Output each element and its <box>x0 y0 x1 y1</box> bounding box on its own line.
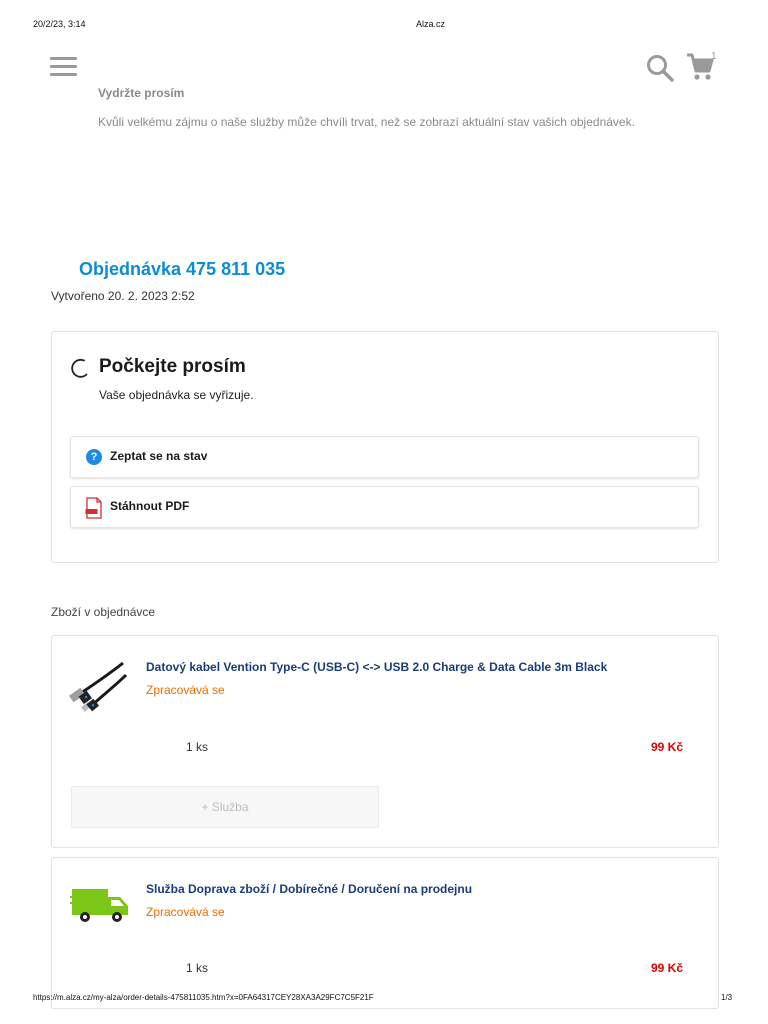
cart-count-badge: 1 <box>711 51 717 62</box>
order-created-date: Vytvořeno 20. 2. 2023 2:52 <box>51 289 195 303</box>
cart-button[interactable]: 1 <box>686 51 720 83</box>
notice-title: Vydržte prosím <box>98 88 185 100</box>
item-price: 99 Kč <box>651 740 684 754</box>
print-page-title: Alza.cz <box>416 19 446 29</box>
help-question-icon: ? <box>86 449 102 465</box>
search-icon[interactable] <box>645 53 675 83</box>
order-title: Objednávka 475 811 035 <box>79 259 286 279</box>
item-quantity: 1 ks <box>186 740 209 754</box>
pdf-file-icon <box>85 497 102 519</box>
delivery-truck-icon <box>70 889 128 922</box>
add-service-button[interactable]: + Služba <box>71 786 379 828</box>
item-price: 99 Kč <box>651 961 684 975</box>
loading-spinner-icon <box>71 358 88 378</box>
status-subtitle: Vaše objednávka se vyřizuje. <box>99 388 254 402</box>
order-item-card <box>51 857 719 1009</box>
hamburger-menu-icon[interactable] <box>50 57 77 77</box>
usb-cable-icon <box>68 661 128 712</box>
items-section-label: Zboží v objednávce <box>51 605 156 619</box>
item-name-link[interactable]: Služba Doprava zboží / Dobírečné / Doruč… <box>146 882 472 896</box>
shopping-cart-icon <box>687 53 714 80</box>
item-quantity: 1 ks <box>186 961 209 975</box>
print-page-number: 1/3 <box>721 993 733 1002</box>
item-name-link[interactable]: Datový kabel Vention Type-C (USB-C) <-> … <box>146 660 607 674</box>
download-pdf-label: Stáhnout PDF <box>110 499 190 513</box>
ask-status-label: Zeptat se na stav <box>110 449 208 463</box>
status-title: Počkejte prosím <box>99 356 246 377</box>
print-datetime: 20/2/23, 3:14 <box>33 19 86 29</box>
ask-status-button[interactable]: ? Zeptat se na stav <box>70 436 699 478</box>
item-status: Zpracovává se <box>146 905 225 919</box>
notice-text: Kvůli velkému zájmu o naše služby může c… <box>98 115 635 129</box>
item-status: Zpracovává se <box>146 683 225 697</box>
print-footer-url: https://m.alza.cz/my-alza/order-details-… <box>33 993 374 1002</box>
download-pdf-button[interactable]: Stáhnout PDF <box>70 486 699 528</box>
